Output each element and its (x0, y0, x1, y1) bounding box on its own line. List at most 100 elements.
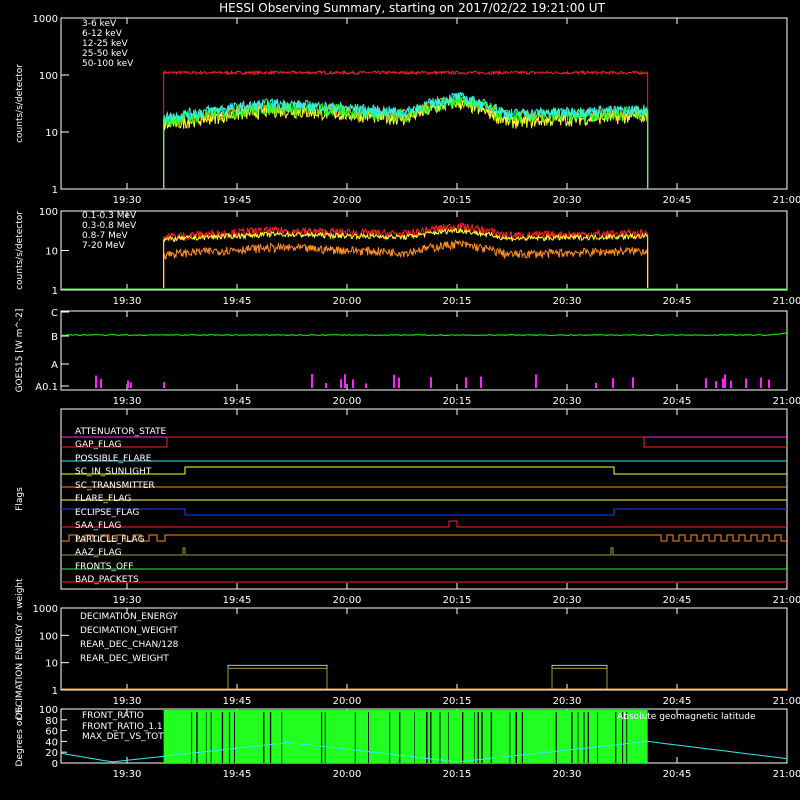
legend-entry: 6-12 keV (82, 29, 123, 39)
front-ratio-gap (597, 712, 598, 763)
x-tick-label: 20:45 (663, 769, 692, 780)
flag-label: SC_TRANSMITTER (75, 481, 155, 491)
x-tick-label: 20:00 (333, 195, 362, 206)
goes-spike (340, 379, 342, 388)
front-ratio-gap (389, 712, 391, 763)
goes-spike (365, 383, 367, 388)
front-ratio-gap (269, 712, 272, 763)
legend-entry: 0.8-7 MeV (82, 231, 128, 241)
flag-line-1 (61, 436, 787, 448)
x-tick-label: 19:30 (113, 696, 142, 707)
goes-spike (595, 382, 597, 388)
y-tick-label: 80 (45, 716, 58, 727)
goes-spike (95, 375, 97, 388)
x-tick-label: 20:30 (553, 595, 582, 606)
x-tick-label: 20:30 (553, 396, 582, 407)
x-tick-label: 19:30 (113, 296, 142, 307)
flag-label: ECLIPSE_FLAG (75, 508, 139, 518)
x-tick-label: 20:15 (443, 396, 472, 407)
front-ratio-gap (426, 712, 428, 763)
y-tick-label: 1000 (33, 604, 58, 615)
goes-spike (724, 374, 726, 388)
goes-spike (730, 380, 732, 388)
goes-spike (535, 374, 537, 388)
goes-spike (130, 382, 132, 388)
flag-label: ATTENUATOR_STATE (75, 427, 167, 437)
flag-label: SC_IN_SUNLIGHT (75, 467, 152, 477)
front-ratio-gap (221, 712, 224, 763)
x-tick-label: 20:30 (553, 769, 582, 780)
front-ratio-gap (448, 712, 449, 763)
front-ratio-gap (577, 712, 579, 763)
front-ratio-gap (477, 712, 479, 763)
front-ratio-gap (368, 712, 369, 763)
legend-entry: 0.1-0.3 MeV (82, 211, 137, 221)
x-tick-label: 20:00 (333, 769, 362, 780)
front-ratio-gap (474, 712, 475, 763)
front-ratio-block (163, 710, 648, 763)
flag-line-3 (61, 466, 787, 475)
x-tick-label: 20:00 (333, 696, 362, 707)
x-tick-label: 20:30 (553, 696, 582, 707)
goes-spike (352, 379, 354, 388)
goes-spike (760, 377, 762, 388)
y-tick-label: B (51, 332, 58, 343)
y-tick-label: 1 (52, 286, 58, 297)
legend-entry: FRONT_RATIO (82, 711, 144, 721)
legend-entry: 25-50 keV (82, 49, 128, 59)
front-ratio-gap (587, 712, 589, 763)
front-ratio-gap (490, 712, 493, 763)
x-tick-label: 19:45 (223, 195, 252, 206)
flag-label: FLARE_FLAG (75, 494, 131, 504)
flag-line-7 (61, 520, 787, 528)
goes-spike (722, 378, 724, 388)
x-tick-label: 20:45 (663, 396, 692, 407)
panel-count-rates-high: 19:30 19:45 20:00 20:15 20:30 20:45 21:00 count… (15, 207, 800, 307)
goes-spike (465, 377, 467, 388)
rear-dec-weight-step (551, 667, 608, 689)
y-tick-label: 0 (52, 759, 58, 770)
x-tick-label: 20:00 (333, 595, 362, 606)
series-line-0 (163, 69, 649, 76)
y-tick-label: C (51, 308, 58, 319)
x-tick-label: 19:45 (223, 769, 252, 780)
front-ratio-gap (583, 712, 585, 763)
y-axis-label: Degrees or % (15, 705, 25, 766)
flag-label: FRONTS_OFF (75, 562, 133, 572)
y-tick-label: 10 (45, 659, 58, 670)
goes-spike (325, 383, 327, 388)
legend-entry: 3-6 keV (82, 19, 117, 29)
flag-label: SAA_FLAG (75, 521, 121, 531)
goes-flux-line (60, 332, 787, 336)
front-ratio-gap (481, 712, 483, 763)
y-tick-label: 100 (39, 207, 58, 218)
front-ratio-gap (210, 712, 212, 763)
y-axis-label: counts/s/detector (15, 211, 25, 290)
front-ratio-gap (571, 712, 573, 763)
x-tick-label: 20:15 (443, 696, 472, 707)
front-ratio-gap (263, 712, 265, 763)
legend-entry: REAR_DEC_WEIGHT (80, 654, 169, 664)
goes-spike (127, 380, 129, 388)
y-axis-label: GOES15 [W m^-2] (15, 309, 25, 393)
y-tick-label: A (51, 360, 58, 371)
y-tick-label: 1 (52, 185, 58, 196)
x-tick-label: 20:45 (663, 696, 692, 707)
flag-label: POSSIBLE_FLARE (75, 454, 152, 464)
x-tick-label: 20:30 (553, 195, 582, 206)
goes-spike (311, 374, 313, 388)
flag-line-8 (61, 534, 787, 542)
rear-dec-weight-step (227, 667, 328, 689)
front-ratio-gap (234, 712, 235, 763)
x-tick-label: 19:30 (113, 595, 142, 606)
panel-goes: 19:30 19:45 20:00 20:15 20:30 20:45 21:00 GOES1… (15, 308, 800, 407)
x-tick-label: 19:45 (223, 396, 252, 407)
x-tick-label: 20:45 (663, 595, 692, 606)
series-line-1 (163, 239, 649, 260)
flag-label: AAZ_FLAG (75, 548, 122, 558)
y-tick-label: 1 (52, 686, 58, 697)
front-ratio-gap (555, 712, 557, 763)
x-tick-label: 21:00 (773, 396, 800, 407)
legend-entry: REAR_DEC_CHAN/128 (80, 640, 179, 650)
x-tick-label: 19:30 (113, 396, 142, 407)
